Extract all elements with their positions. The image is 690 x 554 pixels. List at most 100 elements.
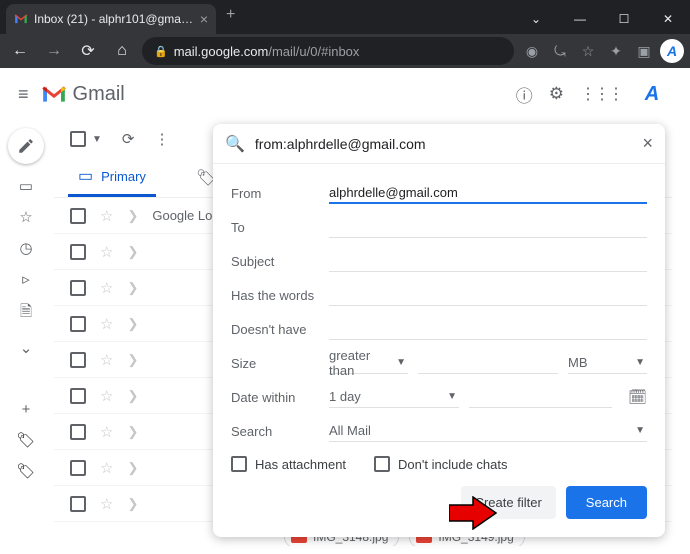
draft-rail-icon[interactable]: 🗎	[20, 301, 32, 326]
maximize-button[interactable]: ☐	[602, 4, 646, 34]
dont-include-chats-checkbox[interactable]: Don't include chats	[374, 456, 507, 472]
chevron-down-icon: ▼	[635, 425, 645, 436]
has-attachment-checkbox[interactable]: Has attachment	[231, 456, 346, 472]
tab-close-icon[interactable]: ×	[200, 11, 208, 27]
gmail-logo[interactable]: Gmail	[41, 83, 125, 106]
label-icon-2[interactable]: 🏷	[16, 462, 35, 480]
new-label-icon[interactable]: +	[22, 401, 31, 418]
importance-icon[interactable]: ❯	[127, 280, 138, 296]
reload-button[interactable]: ⟳	[74, 37, 102, 65]
importance-icon[interactable]: ❯	[127, 388, 138, 404]
search-icon[interactable]: 🔍	[225, 134, 245, 154]
inbox-rail-icon[interactable]: ▭	[19, 177, 33, 195]
chevron-down-icon: ▼	[635, 357, 645, 368]
row-checkbox[interactable]	[70, 460, 86, 476]
browser-tab[interactable]: Inbox (21) - alphr101@gmail.com ×	[6, 4, 216, 34]
importance-icon[interactable]: ❯	[127, 352, 138, 368]
row-checkbox[interactable]	[70, 208, 86, 224]
from-input[interactable]: alphrdelle@gmail.com	[329, 182, 647, 204]
date-range-select[interactable]: 1 day▼	[329, 386, 459, 408]
label-icon[interactable]: 🏷	[16, 431, 35, 449]
size-value-input[interactable]	[418, 352, 558, 374]
search-button[interactable]: Search	[566, 486, 647, 519]
star-icon[interactable]: ☆	[100, 495, 113, 513]
forward-button[interactable]: →	[40, 37, 68, 65]
puzzle-extension-icon[interactable]: ✦	[604, 39, 628, 63]
more-rail-icon[interactable]: ⌄	[20, 339, 33, 357]
chevron-down-icon: ▼	[447, 391, 457, 402]
alphr-extension-icon[interactable]: A	[660, 39, 684, 63]
lock-icon: 🔒	[154, 45, 168, 58]
box-extension-icon[interactable]: ▣	[632, 39, 656, 63]
star-icon[interactable]: ☆	[100, 207, 113, 225]
new-tab-button[interactable]: +	[216, 6, 245, 24]
eye-extension-icon[interactable]: ◉	[520, 39, 544, 63]
importance-icon[interactable]: ❯	[127, 244, 138, 260]
star-rail-icon[interactable]: ☆	[19, 208, 32, 226]
calendar-icon[interactable]: 🗓	[628, 388, 647, 406]
star-icon[interactable]: ☆	[100, 243, 113, 261]
compose-button[interactable]	[8, 128, 44, 164]
star-extension-icon[interactable]: ☆	[576, 39, 600, 63]
row-checkbox[interactable]	[70, 316, 86, 332]
searchin-label: Search	[231, 424, 319, 439]
size-op-select[interactable]: greater than▼	[329, 352, 408, 374]
back-button[interactable]: ←	[6, 37, 34, 65]
clear-search-icon[interactable]: ×	[642, 133, 653, 154]
star-icon[interactable]: ☆	[100, 423, 113, 441]
gmail-logo-icon	[41, 84, 67, 104]
apps-grid-icon[interactable]: ⋮⋮⋮	[580, 84, 622, 104]
sent-rail-icon[interactable]: ▹	[22, 270, 30, 288]
size-label: Size	[231, 356, 319, 371]
star-icon[interactable]: ☆	[100, 315, 113, 333]
row-checkbox[interactable]	[70, 388, 86, 404]
address-bar[interactable]: 🔒 mail.google.com/mail/u/0/#inbox	[142, 37, 514, 65]
gmail-logo-text: Gmail	[73, 83, 125, 106]
account-avatar[interactable]: A	[638, 80, 666, 108]
importance-icon[interactable]: ❯	[127, 460, 138, 476]
importance-icon[interactable]: ❯	[127, 208, 138, 224]
inbox-tab-icon: ▭	[78, 166, 93, 186]
tab-primary[interactable]: ▭ Primary	[68, 158, 156, 197]
importance-icon[interactable]: ❯	[127, 424, 138, 440]
select-dropdown-icon[interactable]: ▼	[92, 134, 102, 145]
doesnthave-label: Doesn't have	[231, 322, 319, 337]
star-icon[interactable]: ☆	[100, 459, 113, 477]
doesnthave-input[interactable]	[329, 318, 647, 340]
search-query-text[interactable]: from:alphrdelle@gmail.com	[255, 136, 633, 152]
haswords-input[interactable]	[329, 284, 647, 306]
star-icon[interactable]: ☆	[100, 387, 113, 405]
home-button[interactable]: ⌂	[108, 37, 136, 65]
subject-input[interactable]	[329, 250, 647, 272]
row-checkbox[interactable]	[70, 352, 86, 368]
row-checkbox[interactable]	[70, 244, 86, 260]
row-checkbox[interactable]	[70, 424, 86, 440]
create-filter-button[interactable]: Create filter	[461, 486, 556, 519]
row-checkbox[interactable]	[70, 280, 86, 296]
row-checkbox[interactable]	[70, 496, 86, 512]
searchin-select[interactable]: All Mail▼	[329, 420, 647, 442]
close-window-button[interactable]: ✕	[646, 4, 690, 34]
refresh-icon[interactable]: ⟳	[122, 130, 135, 148]
share-extension-icon[interactable]: ⤿	[548, 39, 572, 63]
clock-rail-icon[interactable]: ◷	[19, 239, 32, 257]
gmail-favicon-icon	[14, 12, 28, 26]
settings-gear-icon[interactable]: ⚙	[549, 84, 564, 104]
minimize-button[interactable]: —	[558, 4, 602, 34]
importance-icon[interactable]: ❯	[127, 316, 138, 332]
url-host: mail.google.com	[174, 44, 269, 59]
star-icon[interactable]: ☆	[100, 279, 113, 297]
more-menu-icon[interactable]: ⋮	[154, 130, 169, 148]
hamburger-menu-icon[interactable]: ≡	[18, 84, 29, 105]
star-icon[interactable]: ☆	[100, 351, 113, 369]
importance-icon[interactable]: ❯	[127, 496, 138, 512]
tab-title: Inbox (21) - alphr101@gmail.com	[34, 12, 194, 26]
select-all-checkbox[interactable]	[70, 131, 86, 147]
to-input[interactable]	[329, 216, 647, 238]
size-unit-select[interactable]: MB▼	[568, 352, 647, 374]
to-label: To	[231, 220, 319, 235]
chevron-down-window-icon[interactable]: ⌄	[514, 4, 558, 34]
date-input[interactable]	[469, 386, 612, 408]
haswords-label: Has the words	[231, 288, 319, 303]
help-icon[interactable]: ⓘ	[516, 82, 533, 107]
